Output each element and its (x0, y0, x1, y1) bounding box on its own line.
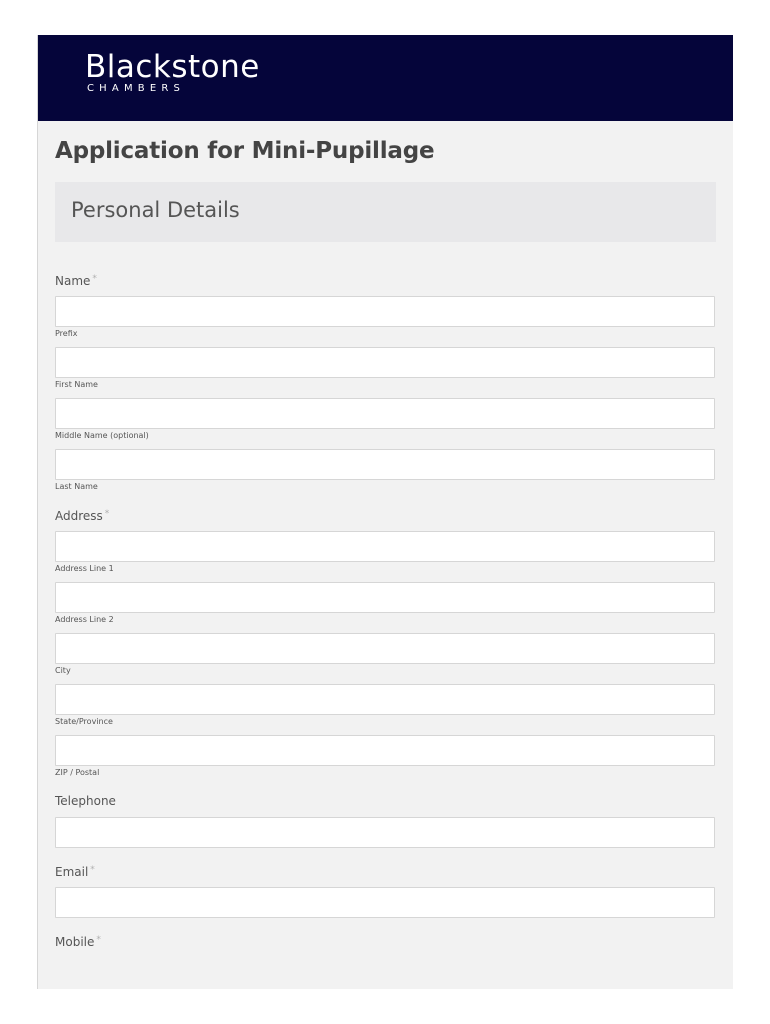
city-sublabel: City (55, 666, 71, 675)
zip-postal-field[interactable] (55, 735, 715, 766)
logo-wordmark: Blackstone (85, 49, 260, 85)
required-marker: * (90, 865, 95, 875)
email-label-text: Email (55, 865, 89, 879)
first-name-sublabel: First Name (55, 380, 98, 389)
section-title: Personal Details (71, 198, 240, 222)
mobile-label: Mobile * (55, 935, 101, 949)
telephone-field[interactable] (55, 817, 715, 848)
address-line-2-sublabel: Address Line 2 (55, 615, 114, 624)
address-line-1-sublabel: Address Line 1 (55, 564, 114, 573)
mobile-label-text: Mobile (55, 935, 95, 949)
email-label: Email * (55, 865, 95, 879)
email-field[interactable] (55, 887, 715, 918)
telephone-label: Telephone (55, 794, 116, 808)
form-title: Application for Mini-Pupillage (55, 138, 435, 164)
last-name-field[interactable] (55, 449, 715, 480)
address-label-text: Address (55, 509, 103, 523)
zip-postal-sublabel: ZIP / Postal (55, 768, 100, 777)
address-line-1-field[interactable] (55, 531, 715, 562)
name-label: Name * (55, 274, 97, 288)
prefix-field[interactable] (55, 296, 715, 327)
required-marker: * (104, 509, 110, 519)
required-marker: * (92, 274, 97, 284)
middle-name-sublabel: Middle Name (optional) (55, 431, 149, 440)
state-province-field[interactable] (55, 684, 715, 715)
last-name-sublabel: Last Name (55, 482, 98, 491)
middle-name-field[interactable] (55, 398, 715, 429)
form-page: Blackstone CHAMBERS Application for Mini… (37, 35, 733, 989)
city-field[interactable] (55, 633, 715, 664)
name-label-text: Name (55, 274, 91, 288)
site-header: Blackstone CHAMBERS (38, 35, 733, 121)
address-line-2-field[interactable] (55, 582, 715, 613)
required-marker: * (96, 935, 101, 945)
address-label: Address * (55, 509, 109, 523)
blackstone-logo[interactable]: Blackstone CHAMBERS (85, 49, 260, 94)
prefix-sublabel: Prefix (55, 329, 78, 338)
section-header: Personal Details (55, 182, 716, 242)
state-province-sublabel: State/Province (55, 717, 113, 726)
first-name-field[interactable] (55, 347, 715, 378)
